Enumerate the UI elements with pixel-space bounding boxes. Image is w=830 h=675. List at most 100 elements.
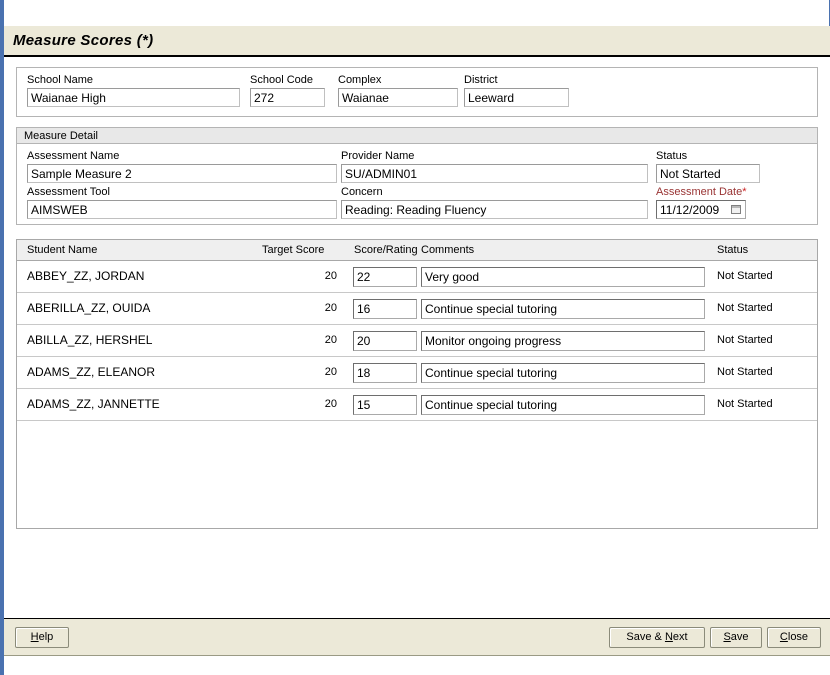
cell-student-name: ABBEY_ZZ, JORDAN — [27, 269, 145, 283]
window-bottom-strip — [0, 657, 830, 675]
help-button[interactable]: Help — [15, 627, 69, 648]
cell-target-score: 20 — [324, 398, 337, 410]
close-accel: C — [779, 631, 788, 643]
complex-field: Complex Waianae — [338, 74, 458, 107]
score-rating-input[interactable]: 22 — [353, 267, 417, 287]
measure-detail-header: Measure Detail — [17, 128, 817, 144]
title-bar: Measure Scores (*) — [4, 26, 830, 57]
cell-status: Not Started — [717, 270, 773, 282]
close-suffix: lose — [787, 631, 809, 643]
assessment-date-value: 11/12/2009 — [660, 203, 720, 217]
table-row: ADAMS_ZZ, ELEANOR 20 18 Continue special… — [17, 357, 817, 389]
cell-status: Not Started — [717, 334, 773, 346]
score-rating-input[interactable]: 15 — [353, 395, 417, 415]
measure-detail-panel: Measure Detail Assessment Name Sample Me… — [16, 127, 818, 225]
column-header-comments: Comments — [421, 244, 475, 256]
cell-target-score: 20 — [324, 270, 337, 282]
comments-input[interactable]: Monitor ongoing progress — [421, 331, 705, 351]
window-top-strip — [4, 0, 830, 26]
score-rating-input[interactable]: 18 — [353, 363, 417, 383]
school-name-input[interactable]: Waianae High — [27, 88, 240, 107]
assessment-date-label: Assessment Date* — [656, 186, 748, 199]
help-button-suffix: elp — [38, 631, 54, 643]
application-window: Measure Scores (*) School Name Waianae H… — [0, 0, 830, 675]
cell-score-rating: 18 — [353, 357, 417, 388]
cell-student-name: ADAMS_ZZ, JANNETTE — [27, 397, 160, 411]
save-button[interactable]: Save — [710, 627, 762, 648]
cell-score-rating: 20 — [353, 325, 417, 356]
school-info-panel: School Name Waianae High School Code 272… — [16, 67, 818, 117]
student-scores-table: Student Name Target Score Score/Rating C… — [16, 239, 818, 529]
bottom-toolbar: Help Save & Next Save Close — [4, 618, 830, 656]
column-header-student-name: Student Name — [27, 244, 98, 256]
table-row: ABBEY_ZZ, JORDAN 20 22 Very good Not Sta… — [17, 261, 817, 293]
measure-detail-legend: Measure Detail — [24, 130, 98, 142]
cell-comments: Continue special tutoring — [421, 389, 705, 420]
calendar-icon[interactable] — [731, 205, 741, 214]
school-code-label: School Code — [250, 74, 313, 86]
cell-comments: Monitor ongoing progress — [421, 325, 705, 356]
cell-score-rating: 16 — [353, 293, 417, 324]
assessment-name-field: Assessment Name Sample Measure 2 — [27, 150, 337, 183]
concern-field: Concern Reading: Reading Fluency — [341, 186, 648, 219]
district-input[interactable]: Leeward — [464, 88, 569, 107]
column-header-target-score: Target Score — [262, 244, 325, 256]
assessment-date-input[interactable]: 11/12/2009 — [656, 200, 746, 219]
school-name-field: School Name Waianae High — [27, 74, 240, 107]
cell-status: Not Started — [717, 302, 773, 314]
district-field: District Leeward — [464, 74, 569, 107]
cell-score-rating: 15 — [353, 389, 417, 420]
cell-student-name: ABILLA_ZZ, HERSHEL — [27, 333, 153, 347]
save-next-suffix: ext — [672, 631, 688, 643]
content-area: School Name Waianae High School Code 272… — [4, 57, 830, 618]
comments-input[interactable]: Continue special tutoring — [421, 363, 705, 383]
cell-comments: Very good — [421, 261, 705, 292]
page-title: Measure Scores (*) — [13, 32, 154, 49]
table-row: ADAMS_ZZ, JANNETTE 20 15 Continue specia… — [17, 389, 817, 421]
cell-score-rating: 22 — [353, 261, 417, 292]
cell-student-name: ABERILLA_ZZ, OUIDA — [27, 301, 151, 315]
close-button[interactable]: Close — [767, 627, 821, 648]
required-star: * — [742, 186, 747, 198]
assessment-date-field: Assessment Date* 11/12/2009 — [656, 186, 748, 219]
status-field: Status Not Started — [656, 150, 760, 183]
score-rating-input[interactable]: 20 — [353, 331, 417, 351]
column-header-status: Status — [717, 244, 749, 256]
table-row: ABERILLA_ZZ, OUIDA 20 16 Continue specia… — [17, 293, 817, 325]
column-header-score-rating: Score/Rating — [354, 244, 418, 256]
cell-comments: Continue special tutoring — [421, 293, 705, 324]
assessment-name-input[interactable]: Sample Measure 2 — [27, 164, 337, 183]
table-body: ABBEY_ZZ, JORDAN 20 22 Very good Not Sta… — [17, 261, 817, 528]
provider-name-input[interactable]: SU/ADMIN01 — [341, 164, 648, 183]
concern-input[interactable]: Reading: Reading Fluency — [341, 200, 648, 219]
save-and-next-button[interactable]: Save & Next — [609, 627, 705, 648]
assessment-date-label-text: Assessment Date — [656, 186, 743, 198]
table-header-row: Student Name Target Score Score/Rating C… — [17, 240, 817, 261]
school-code-input[interactable]: 272 — [250, 88, 325, 107]
cell-target-score: 20 — [324, 302, 337, 314]
complex-label: Complex — [338, 74, 382, 86]
cell-status: Not Started — [717, 398, 773, 410]
status-label: Status — [656, 150, 688, 162]
score-rating-input[interactable]: 16 — [353, 299, 417, 319]
provider-name-field: Provider Name SU/ADMIN01 — [341, 150, 648, 183]
help-button-accel: H — [30, 631, 39, 643]
cell-comments: Continue special tutoring — [421, 357, 705, 388]
save-next-prefix: Save & — [626, 631, 665, 643]
comments-input[interactable]: Continue special tutoring — [421, 299, 705, 319]
assessment-tool-field: Assessment Tool AIMSWEB — [27, 186, 337, 219]
assessment-tool-label: Assessment Tool — [27, 186, 110, 198]
comments-input[interactable]: Continue special tutoring — [421, 395, 705, 415]
bottom-accent-rail — [0, 657, 4, 675]
cell-student-name: ADAMS_ZZ, ELEANOR — [27, 365, 156, 379]
save-suffix: ave — [730, 631, 749, 643]
cell-target-score: 20 — [324, 366, 337, 378]
cell-status: Not Started — [717, 366, 773, 378]
comments-input[interactable]: Very good — [421, 267, 705, 287]
status-input[interactable]: Not Started — [656, 164, 760, 183]
complex-input[interactable]: Waianae — [338, 88, 458, 107]
school-name-label: School Name — [27, 74, 94, 86]
assessment-tool-input[interactable]: AIMSWEB — [27, 200, 337, 219]
school-code-field: School Code 272 — [250, 74, 325, 107]
district-label: District — [464, 74, 498, 86]
